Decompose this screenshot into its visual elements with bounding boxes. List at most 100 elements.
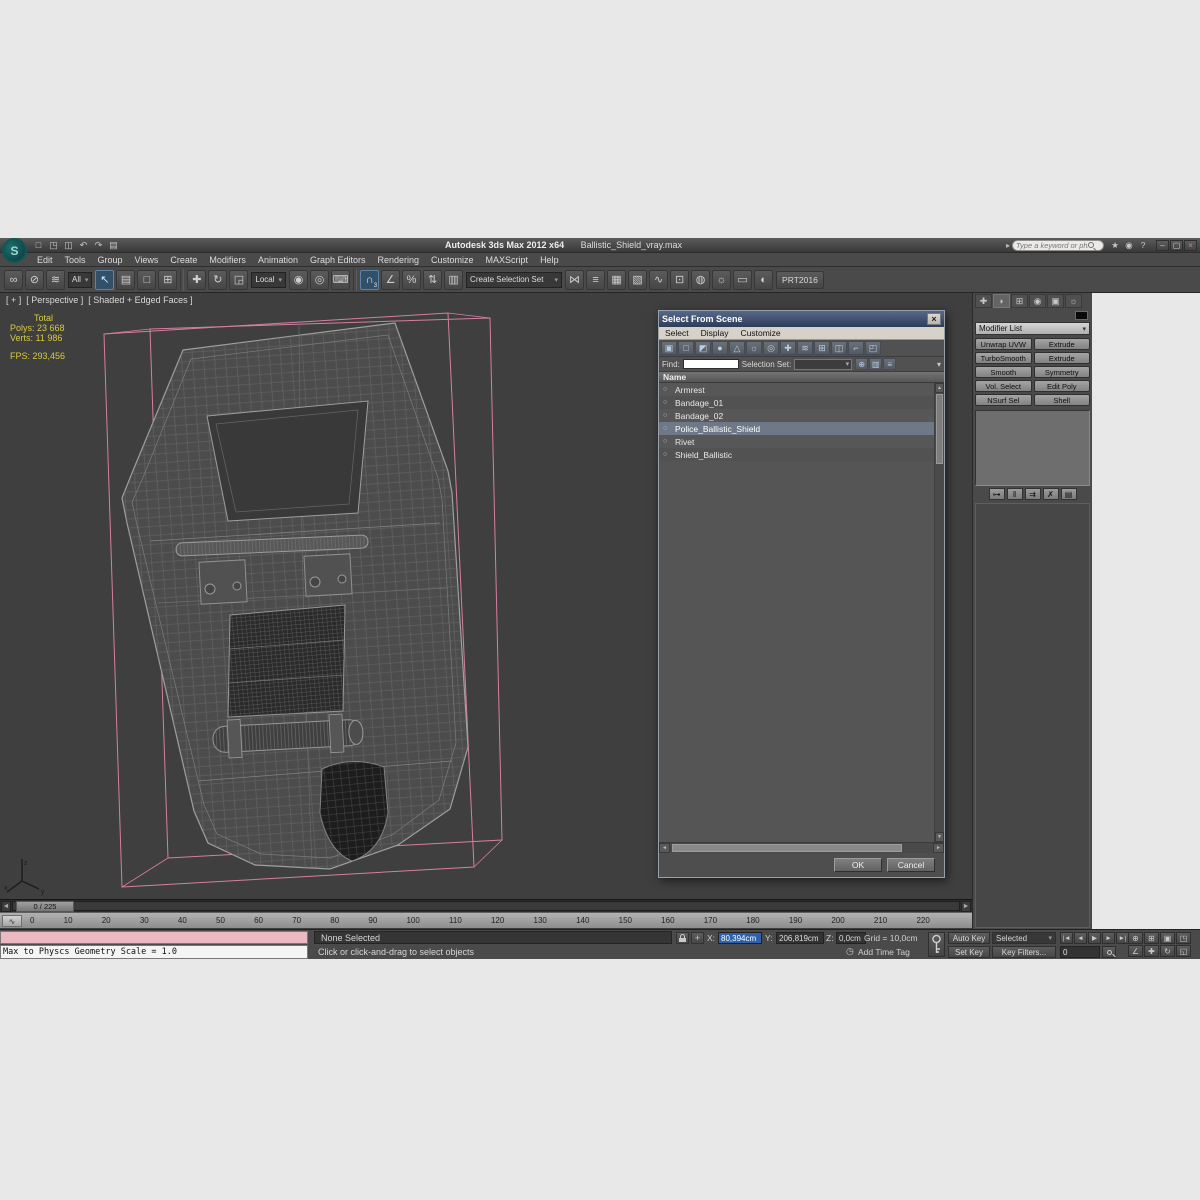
select-by-name-icon[interactable]: ▤ [116, 269, 136, 290]
time-slider-track[interactable] [12, 901, 960, 911]
display-shapes-icon[interactable]: △ [729, 341, 745, 355]
selection-set-dropdown[interactable]: ▾ [794, 358, 853, 370]
infocenter-search[interactable] [1012, 239, 1104, 251]
application-menu-button[interactable]: S [2, 238, 27, 263]
undo-icon[interactable]: ↶ [76, 239, 91, 251]
modifier-button-shell[interactable]: Shell [1033, 394, 1090, 406]
z-coordinate-field[interactable] [836, 932, 866, 944]
play-animation-button[interactable]: ▶ [1088, 932, 1101, 944]
toolbar-overflow-icon[interactable]: ▾ [937, 360, 941, 369]
scene-object-row[interactable]: ○ Armrest [659, 383, 934, 396]
scene-object-row[interactable]: ○ Shield_Ballistic [659, 448, 934, 461]
scroll-down-icon[interactable]: ▼ [935, 832, 944, 842]
curve-editor-icon[interactable]: ∿ [649, 269, 669, 290]
viewport-general-menu[interactable]: [ + ] [6, 295, 21, 305]
ok-button[interactable]: OK [834, 858, 882, 872]
unlink-selection-icon[interactable]: ⊘ [25, 269, 44, 290]
render-production-icon[interactable]: ◐ [754, 269, 774, 290]
zoom-icon[interactable]: ⊕ [1128, 932, 1143, 944]
scroll-left-icon[interactable]: ◄ [659, 843, 670, 853]
pin-stack-icon[interactable]: ⊶ [988, 488, 1005, 500]
modifier-button-nsurf-sel[interactable]: NSurf Sel [975, 394, 1032, 406]
modify-tab[interactable]: ◗ [993, 294, 1010, 308]
rectangular-selection-icon[interactable]: □ [137, 269, 157, 290]
menu-help[interactable]: Help [534, 255, 565, 265]
auto-key-button[interactable]: Auto Key [948, 932, 990, 944]
x-coordinate-field[interactable] [718, 932, 762, 944]
maximize-viewport-icon[interactable]: ◱ [1176, 945, 1191, 957]
menu-animation[interactable]: Animation [252, 255, 304, 265]
use-pivot-center-icon[interactable]: ◉ [289, 269, 309, 290]
prt2016-button[interactable]: PRT2016 [776, 270, 824, 289]
modifier-button-smooth[interactable]: Smooth [975, 366, 1032, 378]
menu-views[interactable]: Views [129, 255, 165, 265]
layer-manager-icon[interactable]: ▦ [607, 269, 627, 290]
hierarchy-tab[interactable]: ⊞ [1011, 294, 1028, 308]
menu-create[interactable]: Create [164, 255, 203, 265]
modifier-list-dropdown[interactable]: Modifier List ▾ [975, 322, 1090, 335]
dialog-title-bar[interactable]: Select From Scene × [659, 311, 944, 327]
ballistic-shield-model[interactable] [121, 322, 469, 870]
minimize-button[interactable]: – [1156, 239, 1169, 251]
go-to-start-button[interactable]: |◄ [1060, 932, 1073, 944]
modifier-button-edit-poly[interactable]: Edit Poly [1033, 380, 1090, 392]
create-selection-set-icon[interactable]: ⊕ [855, 358, 869, 370]
display-spacewarps-icon[interactable]: ≋ [797, 341, 813, 355]
schematic-view-icon[interactable]: ⊡ [670, 269, 690, 290]
cancel-button[interactable]: Cancel [887, 858, 935, 872]
field-of-view-icon[interactable]: ∠ [1128, 945, 1143, 957]
time-forward-arrow[interactable]: ► [961, 901, 971, 912]
project-folder-icon[interactable]: ▤ [106, 239, 121, 251]
configure-columns-icon[interactable]: ≡ [883, 358, 897, 370]
pan-icon[interactable]: ✚ [1144, 945, 1159, 957]
keyboard-override-icon[interactable]: ⌨ [331, 269, 351, 290]
vscroll-track[interactable] [935, 393, 944, 832]
make-unique-icon[interactable]: ⇉ [1024, 488, 1041, 500]
percent-snap-icon[interactable]: % [402, 269, 422, 290]
display-bones-icon[interactable]: ⌐ [848, 341, 864, 355]
display-cameras-icon[interactable]: ◎ [763, 341, 779, 355]
new-scene-icon[interactable]: □ [31, 239, 46, 251]
menu-customize[interactable]: Customize [425, 255, 480, 265]
modifier-button-extrude[interactable]: Extrude [1033, 338, 1090, 350]
communication-center-icon[interactable]: ◉ [1122, 239, 1136, 251]
menu-edit[interactable]: Edit [31, 255, 59, 265]
show-end-result-icon[interactable]: ‖ [1006, 488, 1023, 500]
scene-object-row[interactable]: ○ Bandage_02 [659, 409, 934, 422]
time-slider[interactable]: ◄ 0 / 225 ► [0, 899, 972, 912]
set-key-button[interactable]: Set Key [948, 946, 990, 958]
menu-rendering[interactable]: Rendering [372, 255, 426, 265]
column-chooser-icon[interactable]: ▥ [869, 358, 883, 370]
snaps-toggle-icon[interactable]: ∩ 3 [360, 269, 380, 290]
next-frame-button[interactable]: ► [1102, 932, 1115, 944]
key-selection-dropdown[interactable]: Selected ▾ [992, 932, 1056, 944]
display-helpers-icon[interactable]: ✚ [780, 341, 796, 355]
select-object-icon[interactable]: ↖ [95, 269, 115, 290]
select-and-link-icon[interactable]: ∞ [4, 269, 23, 290]
dialog-menu-display[interactable]: Display [695, 328, 735, 338]
display-invert-icon[interactable]: ◩ [695, 341, 711, 355]
named-selection-sets-icon[interactable]: ▥ [444, 269, 464, 290]
utilities-tab[interactable]: ☼ [1065, 294, 1082, 308]
hscroll-thumb[interactable] [672, 844, 902, 852]
set-keys-button[interactable] [928, 932, 945, 957]
mirror-icon[interactable]: ⋈ [565, 269, 585, 290]
modifier-button-symmetry[interactable]: Symmetry [1033, 366, 1090, 378]
modifier-stack[interactable] [975, 410, 1090, 486]
redo-icon[interactable]: ↷ [91, 239, 106, 251]
bind-to-space-warp-icon[interactable]: ≋ [46, 269, 65, 290]
scroll-right-icon[interactable]: ► [933, 843, 944, 853]
display-tab[interactable]: ▣ [1047, 294, 1064, 308]
create-tab[interactable]: ✚ [975, 294, 992, 308]
infocenter-star-icon[interactable]: ★ [1108, 239, 1122, 251]
current-frame-field[interactable] [1060, 946, 1100, 958]
scene-object-row[interactable]: ○ Bandage_01 [659, 396, 934, 409]
select-and-rotate-icon[interactable]: ↻ [208, 269, 228, 290]
viewport-pov-menu[interactable]: [ Perspective ] [26, 295, 83, 305]
display-lights-icon[interactable]: ☼ [746, 341, 762, 355]
vertical-scrollbar[interactable]: ▲ ▼ [934, 383, 944, 842]
maxscript-listener[interactable]: Max to Physcs Geometry Scale = 1.0 [0, 945, 308, 959]
macro-recorder-pane[interactable] [0, 931, 308, 944]
rendered-frame-icon[interactable]: ▭ [733, 269, 753, 290]
selection-lock-toggle[interactable] [676, 932, 689, 944]
